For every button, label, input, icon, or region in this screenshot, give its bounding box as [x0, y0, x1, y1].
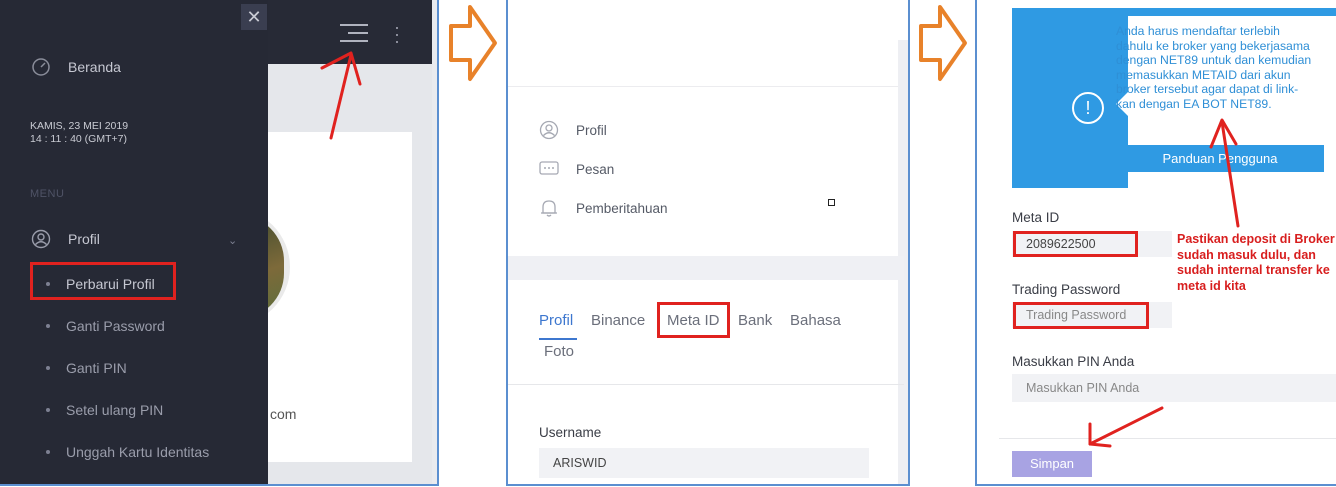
panel-frame [975, 0, 1336, 486]
panel-frame [506, 0, 910, 486]
panel-frame [0, 0, 439, 486]
flow-arrow-icon [919, 5, 967, 81]
flow-arrow-icon [449, 5, 497, 81]
